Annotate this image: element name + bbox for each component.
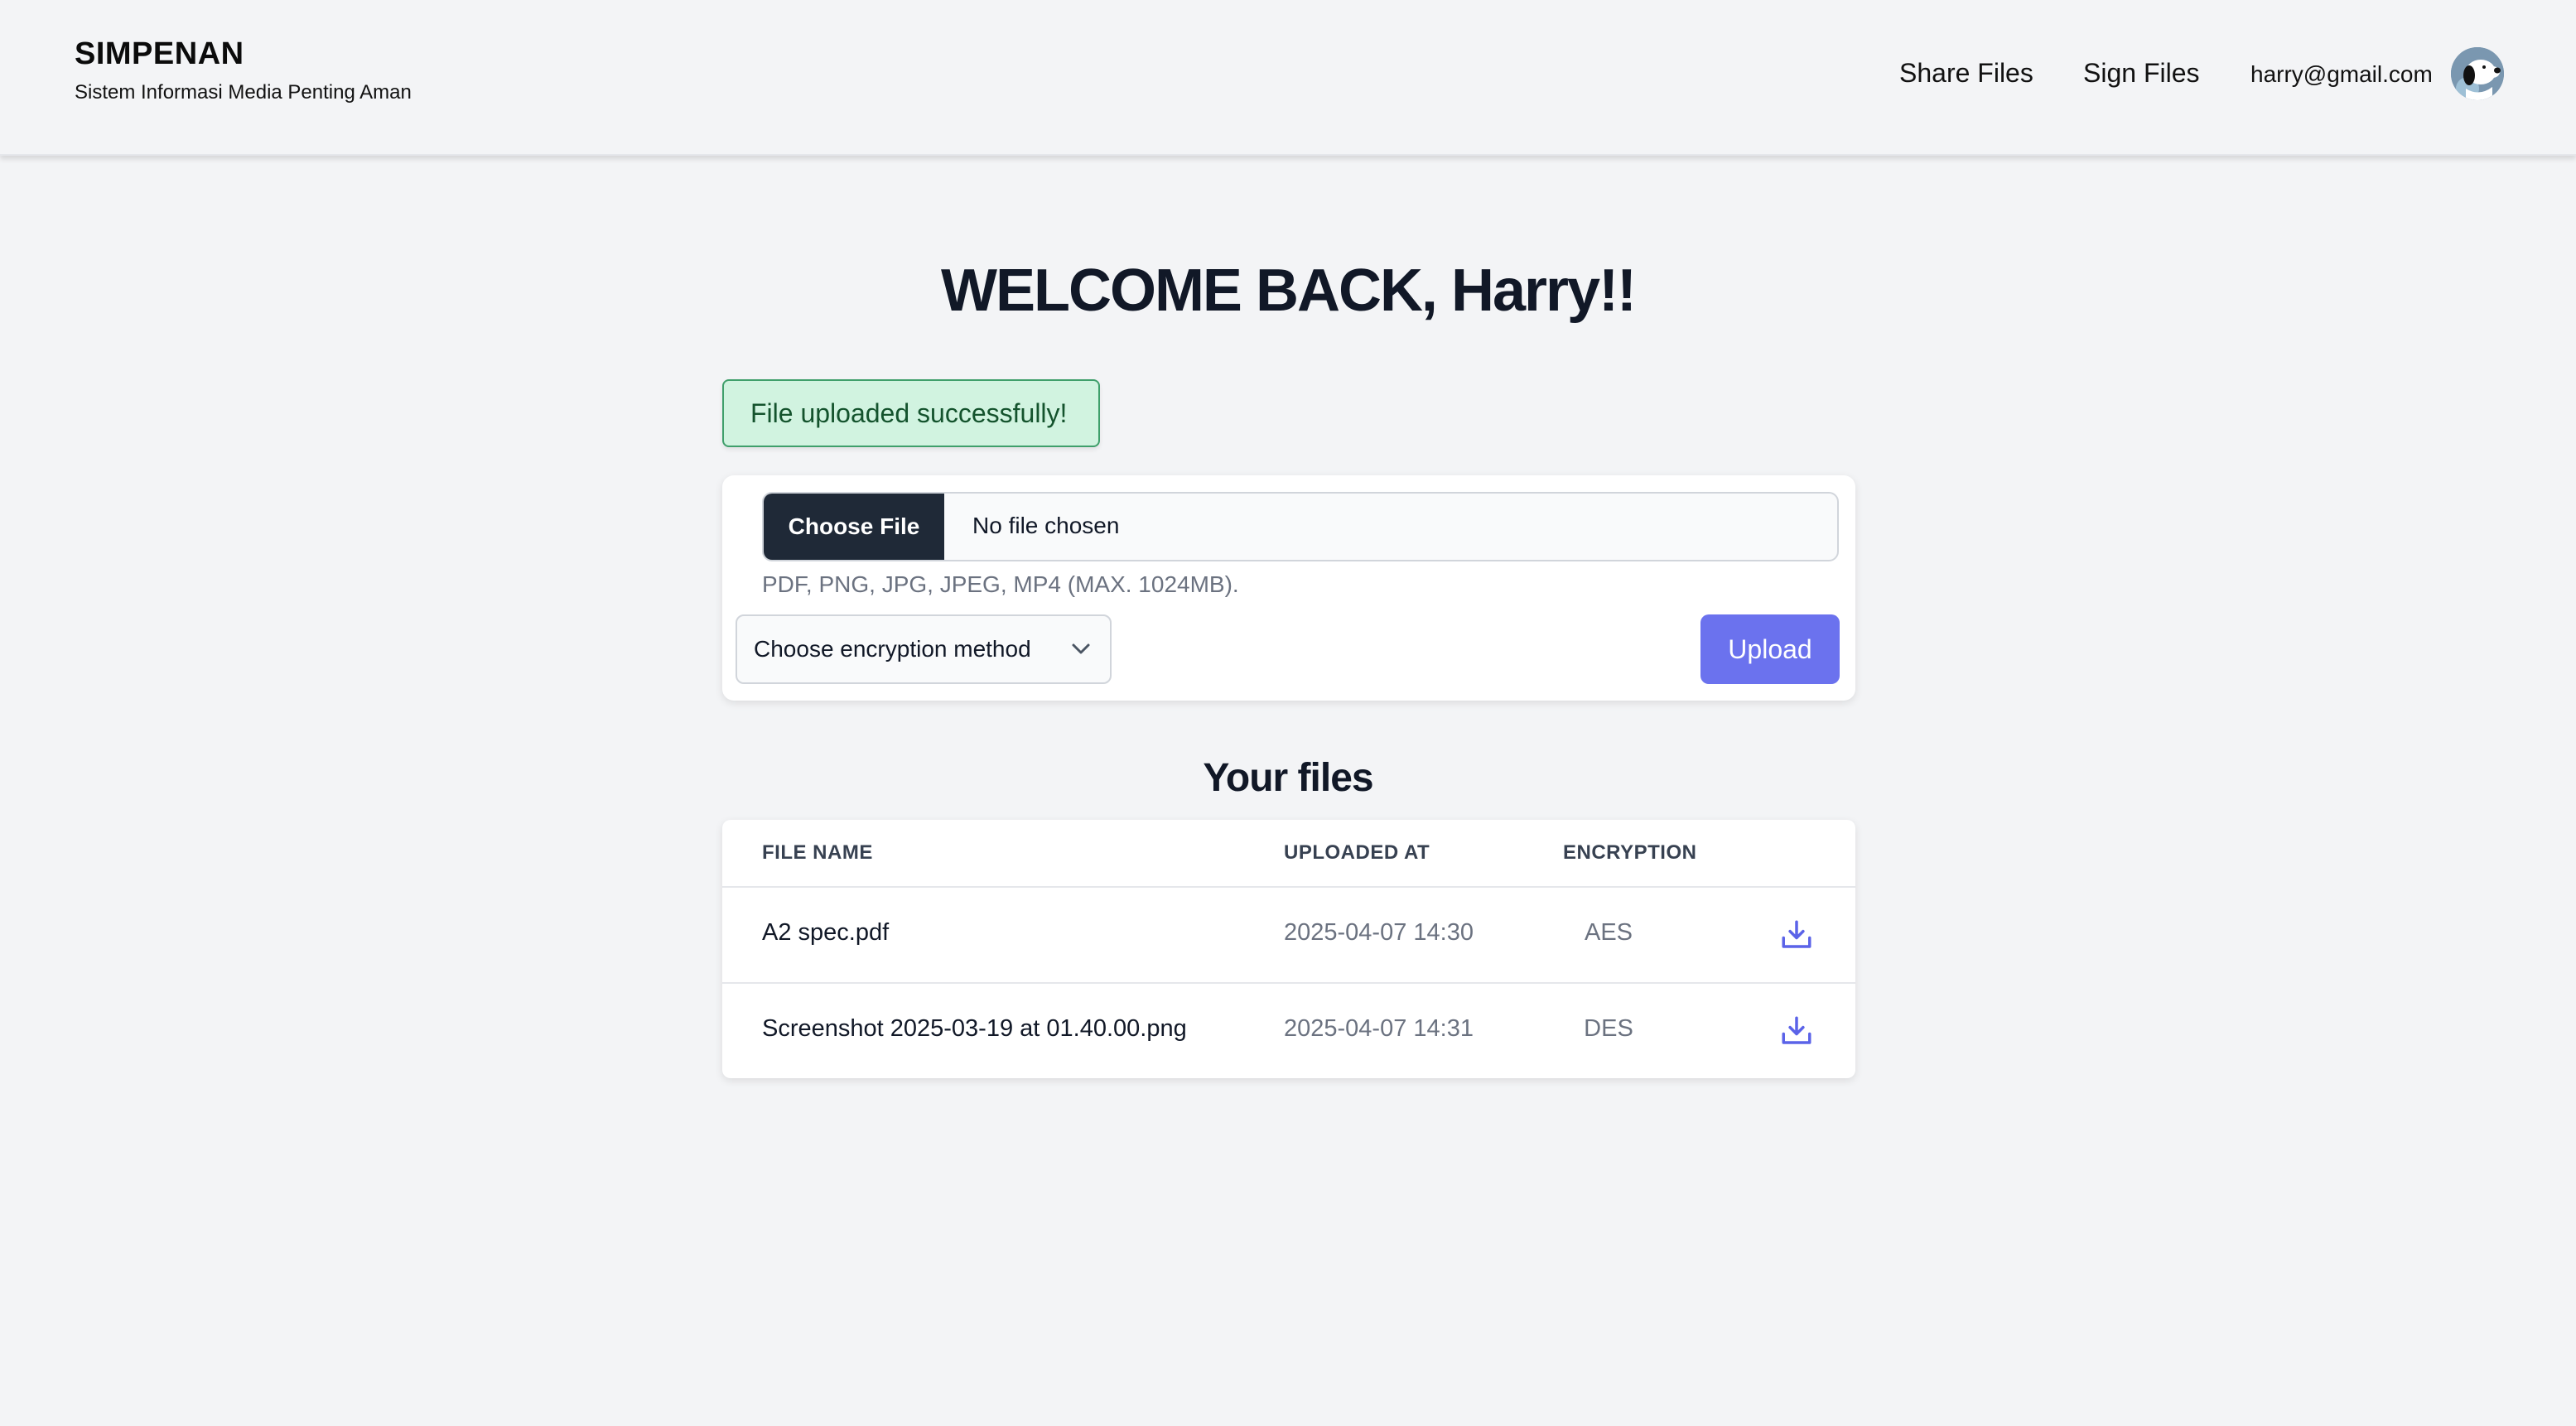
file-input[interactable]: Choose File No file chosen bbox=[762, 492, 1839, 561]
table-row: Screenshot 2025-03-19 at 01.40.00.png 20… bbox=[722, 984, 1855, 1078]
nav-share-files-link[interactable]: Share Files bbox=[1899, 58, 2033, 89]
welcome-heading: WELCOME BACK, Harry!! bbox=[940, 258, 1637, 324]
brand-title[interactable]: SIMPENAN bbox=[75, 36, 244, 72]
upload-card: Choose File No file chosen PDF, PNG, JPG… bbox=[722, 475, 1855, 701]
file-type-hint: PDF, PNG, JPG, JPEG, MP4 (MAX. 1024MB). bbox=[762, 571, 1239, 597]
download-icon[interactable] bbox=[1779, 1014, 1814, 1048]
snoopy-avatar-icon bbox=[2451, 47, 2504, 100]
upload-button[interactable]: Upload bbox=[1700, 614, 1840, 684]
column-header-encryption: ENCRYPTION bbox=[1563, 841, 1697, 864]
alert-message: File uploaded successfully! bbox=[750, 398, 1068, 428]
chevron-down-icon bbox=[1072, 643, 1090, 654]
files-table: FILE NAME UPLOADED AT ENCRYPTION A2 spec… bbox=[722, 820, 1855, 1078]
file-name-cell: A2 spec.pdf bbox=[762, 919, 890, 946]
user-avatar[interactable] bbox=[2451, 47, 2504, 100]
file-chosen-status: No file chosen bbox=[972, 513, 1120, 538]
download-icon[interactable] bbox=[1779, 918, 1814, 952]
success-alert: File uploaded successfully! bbox=[722, 379, 1100, 447]
user-email: harry@gmail.com bbox=[2250, 61, 2433, 87]
files-section-title: Your files bbox=[1203, 756, 1373, 800]
nav-sign-files-link[interactable]: Sign Files bbox=[2083, 58, 2200, 89]
uploaded-at-cell: 2025-04-07 14:30 bbox=[1284, 919, 1474, 946]
table-row: A2 spec.pdf 2025-04-07 14:30 AES bbox=[722, 888, 1855, 984]
encryption-select-label: Choose encryption method bbox=[754, 636, 1031, 662]
column-header-uploaded-at: UPLOADED AT bbox=[1284, 841, 1430, 864]
table-header: FILE NAME UPLOADED AT ENCRYPTION bbox=[722, 820, 1855, 888]
file-name-cell: Screenshot 2025-03-19 at 01.40.00.png bbox=[762, 1015, 1187, 1042]
top-navbar: SIMPENAN Sistem Informasi Media Penting … bbox=[0, 0, 2576, 156]
encryption-cell: DES bbox=[1584, 1015, 1633, 1042]
choose-file-button[interactable]: Choose File bbox=[764, 494, 944, 560]
brand-subtitle: Sistem Informasi Media Penting Aman bbox=[75, 81, 412, 104]
encryption-method-select[interactable]: Choose encryption method bbox=[736, 614, 1112, 684]
uploaded-at-cell: 2025-04-07 14:31 bbox=[1284, 1015, 1474, 1042]
encryption-cell: AES bbox=[1584, 919, 1633, 946]
column-header-file-name: FILE NAME bbox=[762, 841, 873, 864]
